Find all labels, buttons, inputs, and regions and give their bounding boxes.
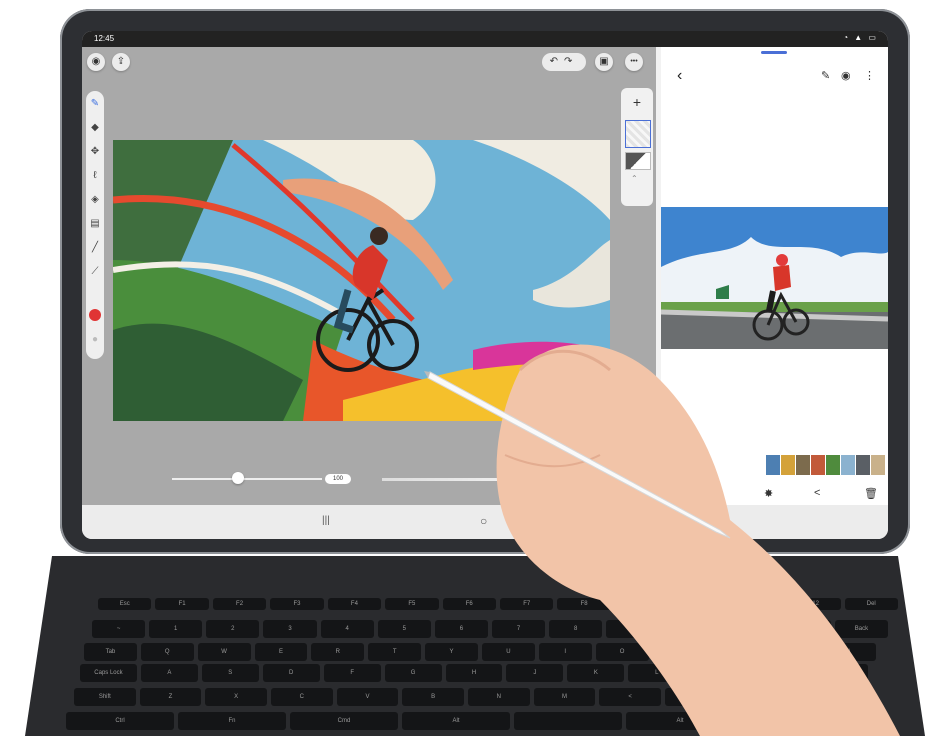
key-2[interactable]: 2: [206, 620, 260, 638]
key-ctrl[interactable]: Ctrl: [66, 712, 174, 730]
key-del[interactable]: Del: [844, 598, 898, 610]
key-4[interactable]: 4: [320, 620, 374, 638]
key-h[interactable]: H: [445, 664, 503, 682]
key--[interactable]: [: [709, 643, 763, 661]
key--[interactable]: >: [665, 688, 727, 706]
key-tab[interactable]: Tab: [84, 643, 137, 661]
key-c[interactable]: C: [271, 688, 333, 706]
key-p[interactable]: P: [652, 643, 706, 661]
key-n[interactable]: N: [468, 688, 530, 706]
key-w[interactable]: W: [197, 643, 251, 661]
key-v[interactable]: V: [336, 688, 399, 706]
key-j[interactable]: J: [506, 664, 564, 682]
key-b[interactable]: B: [402, 688, 464, 706]
key-t[interactable]: T: [368, 643, 422, 661]
key-alt[interactable]: Alt: [402, 712, 510, 730]
key-a[interactable]: A: [140, 664, 198, 682]
key--[interactable]: =: [777, 620, 831, 638]
key-f4[interactable]: F4: [327, 598, 382, 610]
key-l[interactable]: L: [628, 664, 686, 682]
key--[interactable]: ~: [92, 620, 146, 638]
key-f10[interactable]: F10: [672, 598, 726, 610]
key-f1[interactable]: F1: [155, 598, 209, 610]
key-f11[interactable]: F11: [729, 598, 784, 610]
key-f12[interactable]: F12: [787, 598, 841, 610]
key-f9[interactable]: F9: [614, 598, 669, 610]
key-9[interactable]: 9: [606, 620, 660, 638]
key-0[interactable]: 0: [663, 620, 717, 638]
key-1[interactable]: 1: [149, 620, 203, 638]
key-6[interactable]: 6: [434, 620, 488, 638]
key-f7[interactable]: F7: [500, 598, 554, 610]
key-q[interactable]: Q: [140, 643, 194, 661]
key-f2[interactable]: F2: [212, 598, 267, 610]
key-grid: Esc F1 F2 F3 F4 F5 F6 F7 F8 F9 F10 F11 F12 Del ~1 2 3 4 5 6…: [0, 0, 952, 736]
key-space[interactable]: [514, 712, 622, 730]
key-shift[interactable]: Shift: [74, 688, 136, 706]
key-f5[interactable]: F5: [385, 598, 439, 610]
key-i[interactable]: I: [538, 643, 592, 661]
key-shift[interactable]: Shift: [796, 688, 858, 706]
key-f6[interactable]: F6: [442, 598, 496, 610]
key-fn[interactable]: Fn: [178, 712, 286, 730]
key--[interactable]: \: [823, 643, 876, 661]
key-g[interactable]: G: [384, 664, 442, 682]
key-alt[interactable]: Alt: [626, 712, 734, 730]
key-u[interactable]: U: [482, 643, 535, 661]
key-s[interactable]: S: [201, 664, 259, 682]
key-keyboard[interactable]: Keyboard: [738, 712, 846, 730]
key-cmd[interactable]: Cmd: [290, 712, 398, 730]
key--[interactable]: -: [720, 620, 774, 638]
key-z[interactable]: Z: [139, 688, 202, 706]
key-7[interactable]: 7: [492, 620, 546, 638]
key--[interactable]: <: [599, 688, 661, 706]
key-e[interactable]: E: [254, 643, 308, 661]
key-caps-lock[interactable]: Caps Lock: [80, 664, 137, 682]
key--[interactable]: ;: [689, 664, 747, 682]
key-3[interactable]: 3: [263, 620, 317, 638]
key-esc[interactable]: Esc: [98, 598, 152, 610]
key--[interactable]: ]: [766, 643, 820, 661]
key--[interactable]: ?: [730, 688, 793, 706]
key-back[interactable]: Back: [834, 620, 888, 638]
key-f3[interactable]: F3: [270, 598, 324, 610]
key-x[interactable]: X: [205, 688, 267, 706]
key-8[interactable]: 8: [549, 620, 603, 638]
key-o[interactable]: O: [595, 643, 649, 661]
key-m[interactable]: M: [533, 688, 596, 706]
key--[interactable]: ': [750, 664, 808, 682]
key-d[interactable]: D: [262, 664, 320, 682]
key-r[interactable]: R: [311, 643, 365, 661]
key-5[interactable]: 5: [377, 620, 431, 638]
key-y[interactable]: Y: [425, 643, 478, 661]
key-k[interactable]: K: [567, 664, 625, 682]
key-f[interactable]: F: [323, 664, 381, 682]
key-f8[interactable]: F8: [557, 598, 611, 610]
key-enter[interactable]: Enter: [811, 664, 868, 682]
